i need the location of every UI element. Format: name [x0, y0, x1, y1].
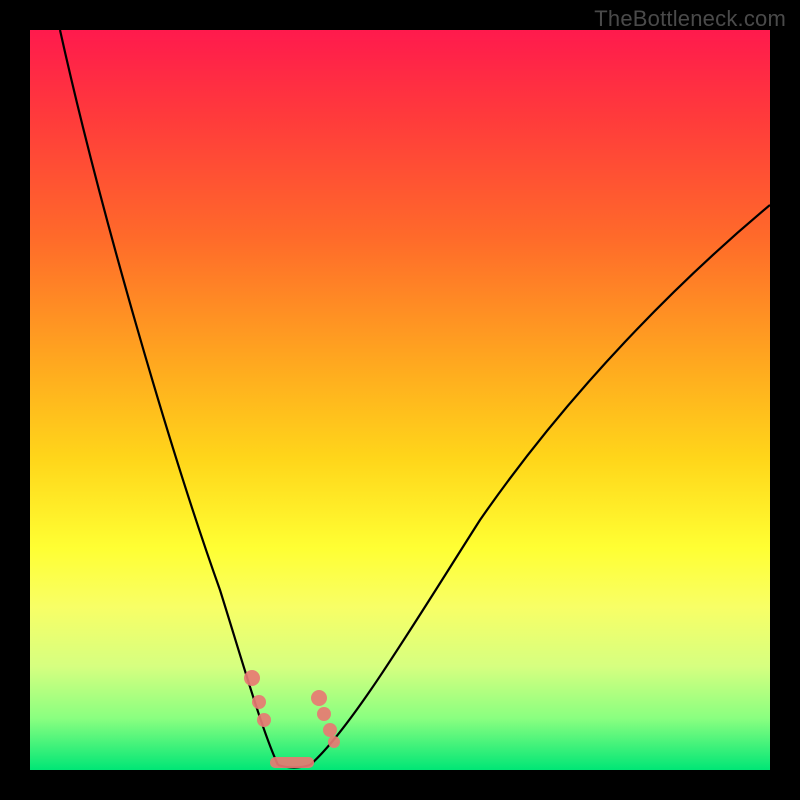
- plot-area: [30, 30, 770, 770]
- bead-bottom-segment: [270, 757, 314, 768]
- bead-marker: [244, 670, 260, 686]
- bead-marker: [257, 713, 271, 727]
- bead-marker: [317, 707, 331, 721]
- curve-right-branch: [310, 205, 770, 765]
- curve-svg: [30, 30, 770, 770]
- bead-marker: [328, 736, 340, 748]
- watermark-text: TheBottleneck.com: [594, 6, 786, 32]
- bead-marker: [311, 690, 327, 706]
- curve-left-branch: [60, 30, 278, 765]
- bead-marker: [252, 695, 266, 709]
- chart-container: TheBottleneck.com: [0, 0, 800, 800]
- bead-marker: [323, 723, 337, 737]
